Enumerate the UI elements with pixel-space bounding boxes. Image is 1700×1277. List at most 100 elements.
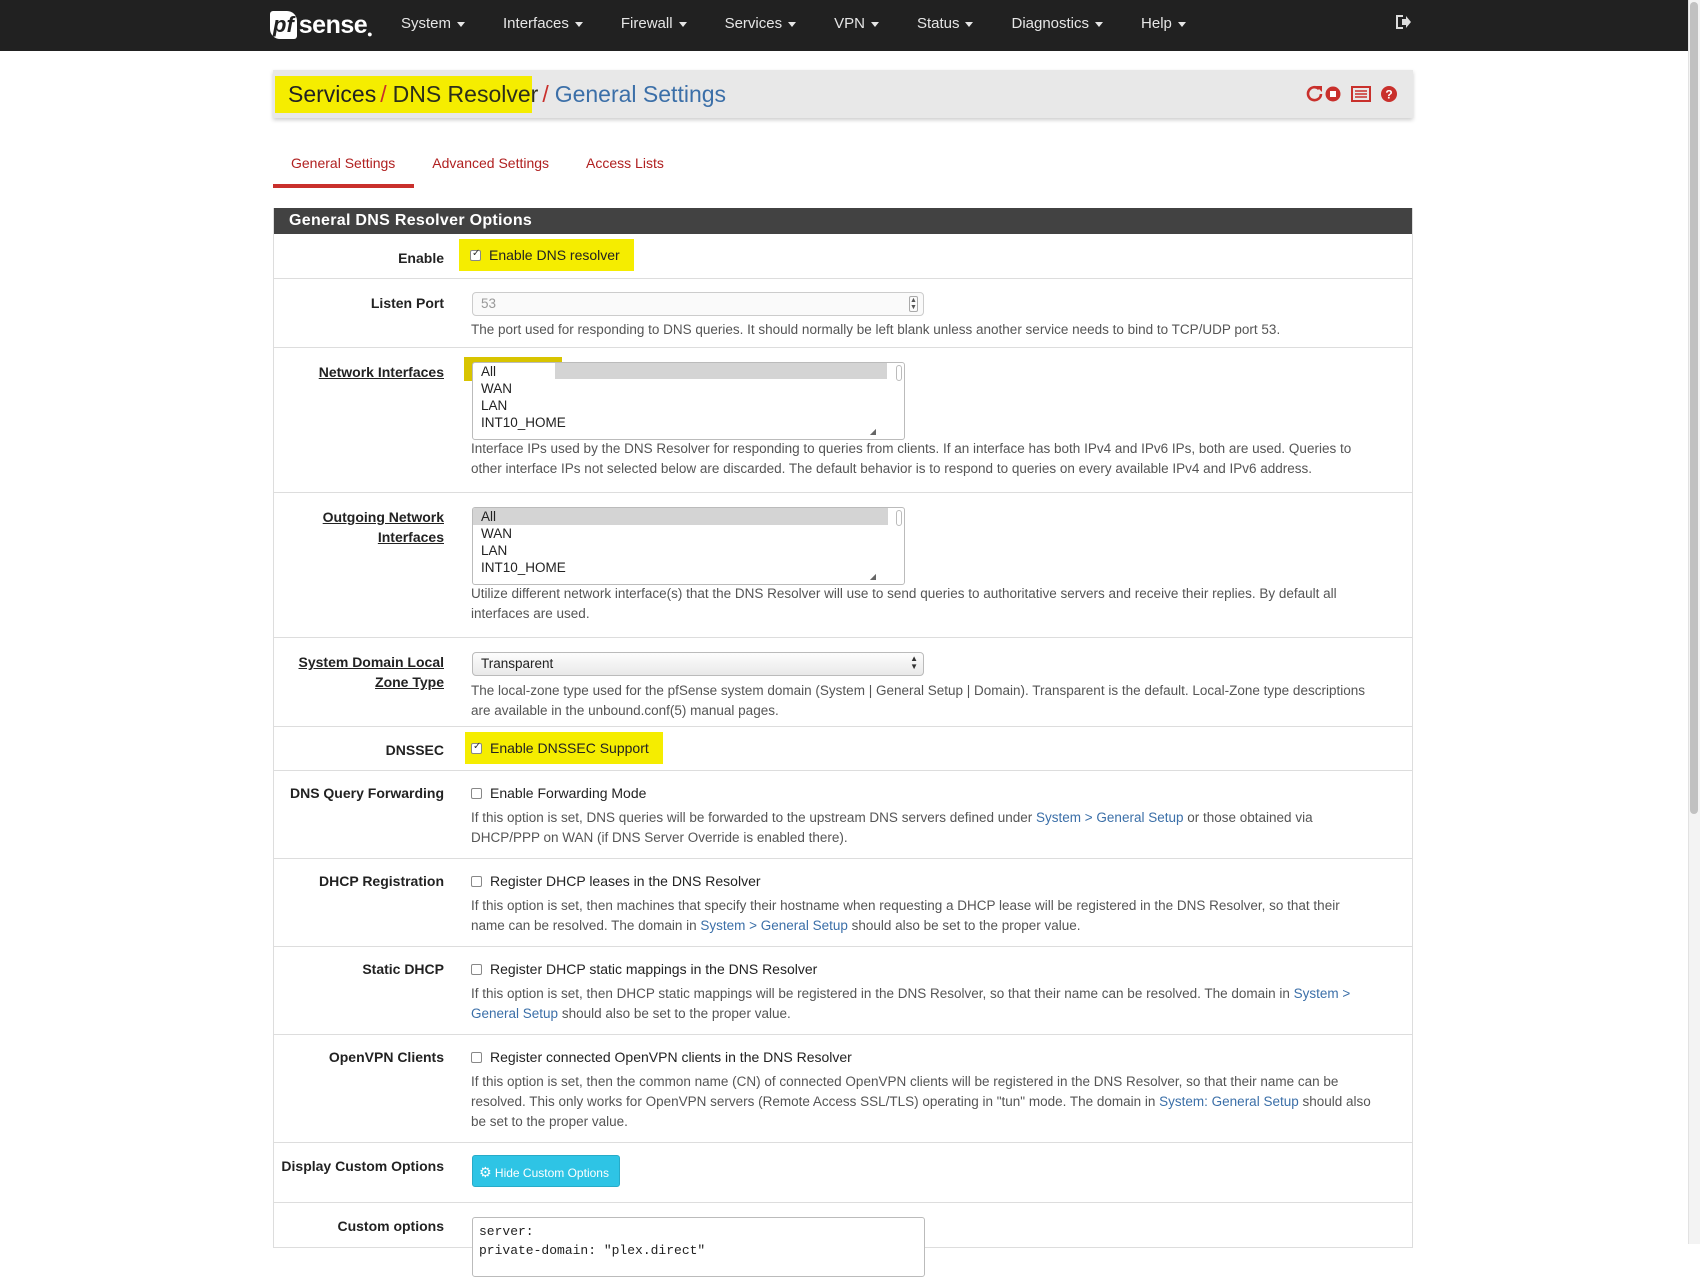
hide-custom-options-button[interactable]: ⚙ Hide Custom Options: [472, 1155, 620, 1187]
page-scrollbar[interactable]: [1688, 0, 1700, 1244]
menu-services[interactable]: Services: [706, 0, 816, 51]
port-spinner-icon[interactable]: ▲ ▼: [909, 296, 918, 312]
tab-access-lists[interactable]: Access Lists: [568, 150, 683, 188]
outgoing-interfaces-label[interactable]: Outgoing Network Interfaces: [274, 507, 444, 547]
interface-option[interactable]: LAN: [473, 542, 904, 559]
row-static-dhcp: Static DHCP Register DHCP static mapping…: [274, 946, 1412, 1034]
row-display-custom-options: Display Custom Options ⚙ Hide Custom Opt…: [274, 1142, 1412, 1202]
openvpn-checkbox[interactable]: [471, 1051, 482, 1063]
caret-down-icon: [788, 21, 797, 27]
openvpn-help: If this option is set, then the common n…: [471, 1074, 1371, 1129]
local-zone-type-label[interactable]: System Domain Local Zone Type: [274, 652, 445, 692]
system-general-setup-link[interactable]: System > General Setup: [700, 918, 847, 933]
menu-firewall[interactable]: Firewall: [602, 0, 706, 51]
caret-down-icon: [870, 21, 879, 27]
static-dhcp-checkbox-label: Register DHCP static mappings in the DNS…: [490, 961, 818, 977]
interface-option[interactable]: LAN: [473, 397, 904, 414]
select-arrows-icon: ▲ ▼: [910, 654, 918, 671]
caret-down-icon: [457, 21, 466, 27]
log-list-icon[interactable]: [1351, 84, 1371, 104]
row-dnssec: DNSSEC Enable DNSSEC Support: [274, 726, 1412, 770]
listen-port-help: The port used for responding to DNS quer…: [471, 322, 1281, 337]
forwarding-checkbox[interactable]: [471, 787, 482, 799]
forwarding-help: If this option is set, DNS queries will …: [471, 810, 1313, 845]
breadcrumb-separator: /: [542, 81, 549, 107]
breadcrumb-services[interactable]: Services: [288, 81, 376, 107]
dhcp-registration-checkbox-label: Register DHCP leases in the DNS Resolver: [490, 873, 761, 889]
menu-system[interactable]: System: [382, 0, 484, 51]
panel-title: General DNS Resolver Options: [274, 208, 1412, 234]
restart-service-icon[interactable]: [1305, 84, 1325, 104]
breadcrumb-general-settings[interactable]: General Settings: [555, 81, 726, 107]
enable-dns-resolver-highlight: Enable DNS resolver: [459, 239, 634, 271]
row-openvpn-clients: OpenVPN Clients Register connected OpenV…: [274, 1034, 1412, 1142]
interface-option[interactable]: WAN: [473, 525, 904, 542]
dnssec-label: DNSSEC: [385, 742, 444, 758]
menu-vpn[interactable]: VPN: [815, 0, 898, 51]
dnssec-checkbox[interactable]: [471, 741, 482, 754]
stop-service-icon[interactable]: [1323, 84, 1343, 104]
dnssec-checkbox-label: Enable DNSSEC Support: [490, 740, 649, 756]
network-interfaces-label[interactable]: Network Interfaces: [274, 362, 444, 382]
logout-icon[interactable]: [1393, 13, 1413, 33]
gear-icon: ⚙: [479, 1164, 492, 1180]
dhcp-registration-label: DHCP Registration: [319, 873, 444, 889]
menu-diagnostics[interactable]: Diagnostics: [992, 0, 1122, 51]
enable-label: Enable: [398, 250, 444, 266]
row-network-interfaces: Network Interfaces All WAN LAN INT10_HOM…: [274, 347, 1412, 492]
custom-options-textarea[interactable]: server: private-domain: "plex.direct": [472, 1217, 925, 1277]
dhcp-registration-checkbox[interactable]: [471, 875, 482, 887]
dnssec-highlight: Enable DNSSEC Support: [465, 732, 663, 764]
static-dhcp-label: Static DHCP: [362, 961, 444, 977]
interface-option[interactable]: INT10_HOME: [473, 414, 904, 431]
page-scrollbar-thumb[interactable]: [1690, 2, 1698, 814]
interface-option[interactable]: INT10_HOME: [473, 559, 904, 576]
listbox-scrollbar[interactable]: [896, 510, 902, 526]
top-navbar: pf sense ● System Interfaces Firewall Se…: [0, 0, 1688, 51]
listen-port-label: Listen Port: [370, 295, 444, 311]
tab-advanced-settings[interactable]: Advanced Settings: [414, 150, 568, 188]
settings-panel: General DNS Resolver Options Enable Enab…: [273, 208, 1413, 1277]
tab-general-settings[interactable]: General Settings: [273, 150, 415, 188]
enable-dns-resolver-checkbox[interactable]: [470, 248, 481, 261]
menu-help[interactable]: Help: [1122, 0, 1205, 51]
logo-trademark: ●: [367, 29, 373, 39]
svg-text:?: ?: [1385, 88, 1392, 102]
openvpn-checkbox-label: Register connected OpenVPN clients in th…: [490, 1049, 852, 1065]
pfsense-logo[interactable]: pf sense ●: [270, 8, 373, 42]
row-local-zone-type: System Domain Local Zone Type Transparen…: [274, 637, 1412, 726]
caret-down-icon: [1095, 21, 1104, 27]
caret-down-icon: [678, 21, 687, 27]
local-zone-type-select[interactable]: Transparent ▲ ▼: [472, 652, 924, 676]
static-dhcp-help: If this option is set, then DHCP static …: [471, 986, 1351, 1021]
forwarding-label: DNS Query Forwarding: [289, 785, 444, 801]
resize-grip-icon[interactable]: ◢: [870, 572, 876, 581]
row-listen-port: Listen Port 53 ▲ ▼ The port used for resp…: [274, 278, 1412, 347]
row-outgoing-interfaces: Outgoing Network Interfaces All WAN LAN …: [274, 492, 1412, 637]
help-icon[interactable]: ?: [1379, 84, 1399, 104]
static-dhcp-checkbox[interactable]: [471, 963, 482, 975]
menu-interfaces[interactable]: Interfaces: [484, 0, 602, 51]
breadcrumb-separator: /: [380, 81, 387, 107]
selected-option-bg: [555, 363, 887, 379]
interface-option[interactable]: WAN: [473, 380, 904, 397]
system-general-setup-link[interactable]: System: General Setup: [1159, 1094, 1299, 1109]
main-menu: System Interfaces Firewall Services VPN …: [382, 0, 1205, 51]
row-dhcp-registration: DHCP Registration Register DHCP leases i…: [274, 858, 1412, 946]
row-dns-query-forwarding: DNS Query Forwarding Enable Forwarding M…: [274, 770, 1412, 858]
system-general-setup-link[interactable]: System >: [1294, 986, 1351, 1001]
listbox-scrollbar[interactable]: [896, 365, 902, 381]
breadcrumb-dns-resolver[interactable]: DNS Resolver: [393, 81, 539, 107]
row-custom-options: Custom options server: private-domain: "p…: [274, 1202, 1412, 1277]
outgoing-interfaces-listbox[interactable]: All WAN LAN INT10_HOME ◢: [472, 507, 905, 585]
menu-status[interactable]: Status: [898, 0, 993, 51]
listen-port-input[interactable]: 53 ▲ ▼: [472, 292, 924, 316]
system-general-setup-link[interactable]: System > General Setup: [1036, 810, 1183, 825]
interface-option[interactable]: All: [473, 508, 888, 525]
resize-grip-icon[interactable]: ◢: [870, 427, 876, 436]
caret-down-icon: [574, 21, 583, 27]
network-interfaces-help: Interface IPs used by the DNS Resolver f…: [471, 441, 1352, 476]
caret-down-icon: [1177, 21, 1186, 27]
system-general-setup-link[interactable]: General Setup: [471, 1006, 558, 1021]
dhcp-registration-help: If this option is set, then machines tha…: [471, 898, 1340, 933]
